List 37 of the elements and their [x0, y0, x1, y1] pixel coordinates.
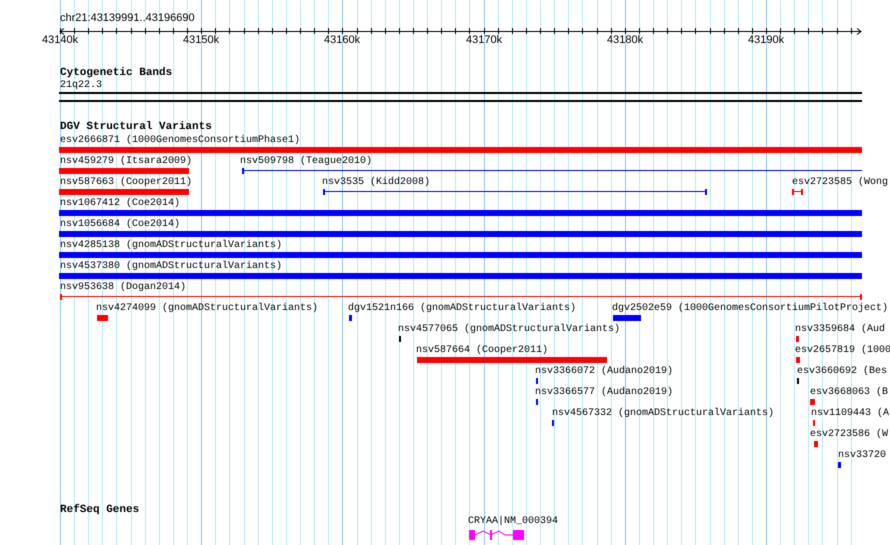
variant-label: nsv4537380 (gnomADStructuralVariants) [60, 261, 282, 272]
variant-label: esv2723586 (W [810, 429, 888, 440]
gene-label: CRYAA|NM_000394 [468, 516, 558, 527]
variant-label: esv3668063 (B [810, 387, 888, 398]
tick-label: 43160k [324, 35, 360, 46]
variant-label: nsv3359684 (Aud [795, 324, 886, 335]
variant-label: nsv4274099 (gnomADStructuralVariants) [96, 303, 318, 314]
variant-label: esv2666871 (1000GenomesConsortiumPhase1) [60, 135, 300, 146]
variant-label: nsv1067412 (Coe2014) [60, 198, 180, 209]
tick-label: 43190k [748, 35, 784, 46]
variant-label: esv3660692 (Bes [797, 366, 888, 377]
tick-label: 43140k [42, 35, 78, 46]
variant-label: nsv587663 (Cooper2011) [60, 177, 192, 188]
track-title: Cytogenetic Bands [60, 68, 172, 79]
variant-label: dgv1521n166 (gnomADStructuralVariants) [348, 303, 576, 314]
variant-label: dgv2502e59 (1000GenomesConsortiumPilotProject) [612, 303, 888, 314]
location-label: chr21:43139991..43196690 [60, 13, 195, 24]
variant-label: esv2723585 (Wong [792, 177, 888, 188]
variant-label: nsv33720 [838, 450, 886, 461]
variant-label: nsv3366072 (Audano2019) [535, 366, 674, 377]
tick-label: 43180k [607, 35, 643, 46]
tick-label: 43150k [183, 35, 219, 46]
variant-label: nsv3366577 (Audano2019) [535, 387, 674, 398]
variant-label: nsv953638 (Dogan2014) [60, 282, 186, 293]
variant-label: nsv4577065 (gnomADStructuralVariants) [398, 324, 620, 335]
tick-label: 43170k [466, 35, 502, 46]
variant-label: nsv587664 (Cooper2011) [416, 345, 548, 356]
variant-label: nsv4285138 (gnomADStructuralVariants) [60, 240, 282, 251]
variant-label: nsv509798 (Teague2010) [240, 156, 372, 167]
variant-label: nsv459279 (Itsara2009) [60, 156, 192, 167]
track-title: RefSeq Genes [60, 505, 140, 516]
track-title: DGV Structural Variants [60, 122, 212, 133]
variant-label: nsv1109443 (A [811, 408, 890, 419]
band-label: 21q22.3 [60, 80, 102, 91]
variant-label: nsv4567332 (gnomADStructuralVariants) [552, 408, 774, 419]
variant-label: nsv3535 (Kidd2008) [322, 177, 430, 188]
variant-label: nsv1056684 (Coe2014) [60, 219, 180, 230]
